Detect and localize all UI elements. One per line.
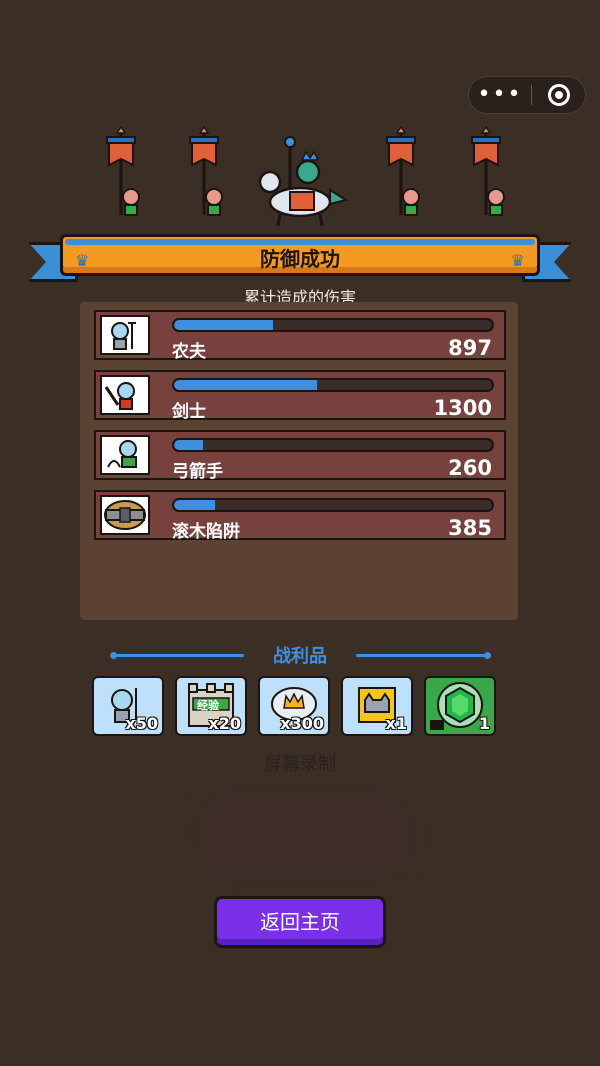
damage-bar-fill <box>174 440 203 450</box>
loot-slot-gem[interactable]: 1 <box>424 676 496 736</box>
damage-bar <box>172 378 494 392</box>
screen-record-label: 屏幕录制 <box>264 754 336 775</box>
loot-count: x1 <box>385 714 407 733</box>
damage-row-trap: 滚木陷阱 385 <box>94 490 506 542</box>
damage-bar-fill <box>174 500 216 510</box>
swordsman-icon <box>100 375 150 415</box>
damage-value: 897 <box>448 336 492 360</box>
loot-slot-crown[interactable]: x300 <box>258 676 330 736</box>
damage-bar <box>172 438 494 452</box>
loot-slot-farmer[interactable]: x50 <box>92 676 164 736</box>
banner-band: ♛ 防御成功 ♛ <box>60 234 540 276</box>
banner-soldier-icon <box>189 125 223 216</box>
damage-value: 1300 <box>433 396 492 420</box>
unit-name: 农夫 <box>172 342 206 362</box>
victory-scene <box>0 125 600 230</box>
crown-icon: ♛ <box>75 251 90 270</box>
unit-name: 剑士 <box>172 402 206 422</box>
mounted-knight-icon <box>258 136 349 227</box>
damage-value: 385 <box>448 516 492 540</box>
loot-count: x50 <box>125 714 158 733</box>
banner-title: 防御成功 <box>260 246 340 271</box>
damage-bar <box>172 498 494 512</box>
result-banner: ♛ 防御成功 ♛ <box>28 232 572 282</box>
banner-soldier-icon <box>106 125 140 216</box>
blurred-overlay <box>200 790 410 880</box>
miniprogram-capsule: ••• <box>468 76 586 114</box>
loot-slot-exp[interactable]: 经验 x20 <box>175 676 247 736</box>
loot-header: 战利品 <box>0 642 600 668</box>
loot-slot-helmet[interactable]: x1 <box>341 676 413 736</box>
damage-row-archer: 弓箭手 260 <box>94 430 506 482</box>
damage-bar-fill <box>174 380 318 390</box>
record-circle-icon[interactable] <box>532 84 585 106</box>
divider-line-right <box>356 654 488 657</box>
more-dots-icon[interactable]: ••• <box>469 76 531 114</box>
farmer-icon <box>100 315 150 355</box>
rolling-log-trap-icon <box>100 495 150 535</box>
loot-title: 战利品 <box>273 646 327 667</box>
unit-name: 滚木陷阱 <box>172 522 240 542</box>
damage-panel: 农夫 897 剑士 1300 弓箭手 260 滚木陷阱 385 <box>80 302 518 620</box>
crown-icon: ♛ <box>510 251 525 270</box>
damage-bar-fill <box>174 320 273 330</box>
unit-name: 弓箭手 <box>172 462 223 482</box>
exp-label: 经验 <box>197 699 219 712</box>
archer-icon <box>100 435 150 475</box>
loot-count: x300 <box>280 714 324 733</box>
divider-dot <box>484 652 491 659</box>
damage-row-swordsman: 剑士 1300 <box>94 370 506 422</box>
damage-value: 260 <box>448 456 492 480</box>
banner-soldier-icon <box>471 125 505 216</box>
loot-count: 1 <box>478 714 490 733</box>
banner-soldier-icon <box>386 125 420 216</box>
damage-row-farmer: 农夫 897 <box>94 310 506 362</box>
loot-count: x20 <box>208 714 241 733</box>
damage-bar <box>172 318 494 332</box>
return-home-button[interactable]: 返回主页 <box>214 896 386 948</box>
